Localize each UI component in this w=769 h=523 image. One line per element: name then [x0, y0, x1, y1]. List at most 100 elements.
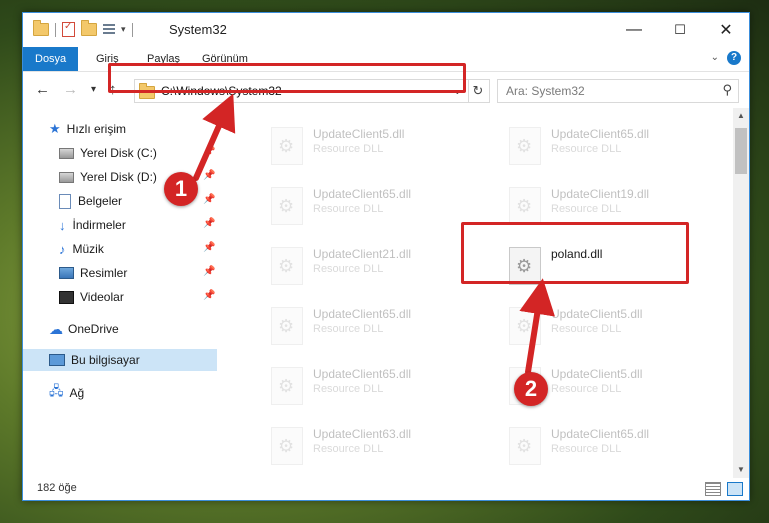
sidebar-item-local-disk-c[interactable]: Yerel Disk (C:) [59, 142, 157, 164]
sidebar-item-pictures[interactable]: Resimler [59, 262, 127, 284]
sidebar-item-quick-access[interactable]: ★ Hızlı erişim [49, 118, 126, 140]
large-icons-view-icon[interactable] [727, 482, 743, 496]
sidebar-item-network[interactable]: 🖧 Ağ [49, 382, 84, 404]
details-view-icon[interactable] [705, 482, 721, 496]
search-box[interactable]: Ara: System32 ⚲ [497, 79, 739, 103]
sidebar-item-label: Ağ [69, 386, 85, 400]
drive-icon [59, 147, 74, 159]
poland-dll-highlight [461, 222, 689, 284]
forward-button[interactable]: → [63, 81, 78, 98]
scrollbar-thumb[interactable] [735, 128, 747, 174]
dll-file-icon [271, 307, 303, 345]
search-icon[interactable]: ⚲ [722, 82, 732, 98]
file-item[interactable]: UpdateClient65.dll Resource DLL [483, 120, 713, 172]
file-type: Resource DLL [551, 443, 622, 455]
refresh-button[interactable]: ↻ [467, 79, 490, 103]
network-icon: 🖧 [49, 383, 64, 398]
file-item[interactable]: UpdateClient65.dll Resource DLL [483, 420, 713, 472]
separator [131, 22, 133, 37]
file-type: Resource DLL [551, 323, 622, 335]
new-folder-icon[interactable] [81, 20, 97, 36]
pin-icon[interactable]: 📌 [203, 170, 215, 181]
computer-icon [49, 354, 65, 366]
file-name: UpdateClient65.dll [313, 367, 412, 381]
navigation-pane: ★ Hızlı erişim Yerel Disk (C:) 📌 Yerel D… [23, 108, 217, 478]
dll-file-icon [271, 427, 303, 465]
file-name: UpdateClient5.dll [551, 307, 643, 321]
file-type: Resource DLL [551, 203, 622, 215]
quick-access-toolbar: ▾ [33, 20, 133, 37]
ribbon-expand-icon[interactable]: ⌄ [711, 52, 719, 63]
file-type: Resource DLL [313, 443, 384, 455]
pin-icon[interactable]: 📌 [203, 290, 215, 301]
pin-icon[interactable]: 📌 [203, 146, 215, 157]
back-button[interactable]: ← [35, 81, 50, 98]
title-bar: ▾ System32 — ☐ ✕ [23, 13, 749, 47]
file-item[interactable]: UpdateClient5.dll Resource DLL [245, 120, 475, 172]
file-name: UpdateClient63.dll [313, 427, 412, 441]
vertical-scrollbar[interactable]: ▲ ▼ [733, 108, 749, 478]
pin-icon[interactable]: 📌 [203, 194, 215, 205]
status-bar: 182 öğe [23, 478, 749, 500]
dll-file-icon [509, 307, 541, 345]
sidebar-item-downloads[interactable]: ↓ İndirmeler [59, 214, 126, 236]
sidebar-item-label: Yerel Disk (D:) [80, 170, 157, 184]
maximize-button[interactable]: ☐ [657, 13, 703, 47]
videos-icon [59, 290, 74, 304]
file-item[interactable]: UpdateClient65.dll Resource DLL [245, 180, 475, 232]
file-item[interactable]: UpdateClient21.dll Resource DLL [245, 240, 475, 292]
window-title: System32 [169, 22, 227, 37]
help-icon[interactable]: ? [727, 51, 741, 65]
sidebar-item-local-disk-d[interactable]: Yerel Disk (D:) [59, 166, 157, 188]
dll-file-icon [509, 187, 541, 225]
window-controls: — ☐ ✕ [611, 13, 749, 47]
pictures-icon [59, 267, 74, 279]
sidebar-item-label: Bu bilgisayar [71, 353, 140, 367]
separator [55, 22, 56, 37]
file-item[interactable]: UpdateClient65.dll Resource DLL [245, 300, 475, 352]
cloud-icon: ☁ [49, 320, 63, 337]
properties-icon[interactable] [62, 21, 75, 37]
chevron-down-icon[interactable]: ▾ [121, 24, 126, 35]
close-button[interactable]: ✕ [703, 13, 749, 47]
file-name: UpdateClient21.dll [313, 247, 412, 261]
sidebar-item-onedrive[interactable]: ☁ OneDrive [49, 318, 119, 340]
recent-locations-button[interactable]: ▾ [91, 84, 96, 95]
sidebar-item-label: İndirmeler [72, 218, 126, 232]
pin-icon[interactable]: 📌 [203, 218, 215, 229]
folder-icon[interactable] [33, 20, 49, 36]
file-item[interactable]: UpdateClient65.dll Resource DLL [245, 360, 475, 412]
dll-file-icon [509, 427, 541, 465]
sidebar-item-label: Belgeler [78, 194, 123, 208]
music-icon: ♪ [59, 241, 66, 257]
file-name: UpdateClient5.dll [551, 367, 643, 381]
file-name: UpdateClient65.dll [313, 307, 412, 321]
drive-icon [59, 171, 74, 183]
scroll-down-arrow-icon[interactable]: ▼ [733, 462, 749, 478]
view-icon[interactable] [103, 23, 115, 36]
file-type: Resource DLL [313, 143, 384, 155]
pin-icon[interactable]: 📌 [203, 266, 215, 277]
search-input[interactable]: Ara: System32 [506, 84, 585, 98]
file-list: UpdateClient5.dll Resource DLL UpdateCli… [223, 108, 733, 478]
address-bar-highlight [108, 63, 466, 93]
file-type: Resource DLL [313, 263, 384, 275]
download-icon: ↓ [59, 217, 66, 233]
sidebar-item-label: Müzik [72, 242, 104, 256]
scroll-up-arrow-icon[interactable]: ▲ [733, 108, 749, 124]
sidebar-item-label: Yerel Disk (C:) [80, 146, 157, 160]
sidebar-item-music[interactable]: ♪ Müzik [59, 238, 104, 260]
sidebar-item-documents[interactable]: Belgeler [59, 190, 122, 212]
sidebar-item-this-pc[interactable]: Bu bilgisayar [23, 349, 217, 371]
tab-file[interactable]: Dosya [23, 47, 79, 71]
dll-file-icon [271, 247, 303, 285]
sidebar-item-videos[interactable]: Videolar [59, 286, 124, 308]
dll-file-icon [271, 367, 303, 405]
file-item[interactable]: UpdateClient63.dll Resource DLL [245, 420, 475, 472]
file-name: UpdateClient65.dll [551, 427, 650, 441]
minimize-button[interactable]: — [611, 13, 657, 47]
dll-file-icon [271, 187, 303, 225]
pin-icon[interactable]: 📌 [203, 242, 215, 253]
file-type: Resource DLL [313, 323, 384, 335]
file-item[interactable]: UpdateClient5.dll Resource DLL [483, 300, 713, 352]
